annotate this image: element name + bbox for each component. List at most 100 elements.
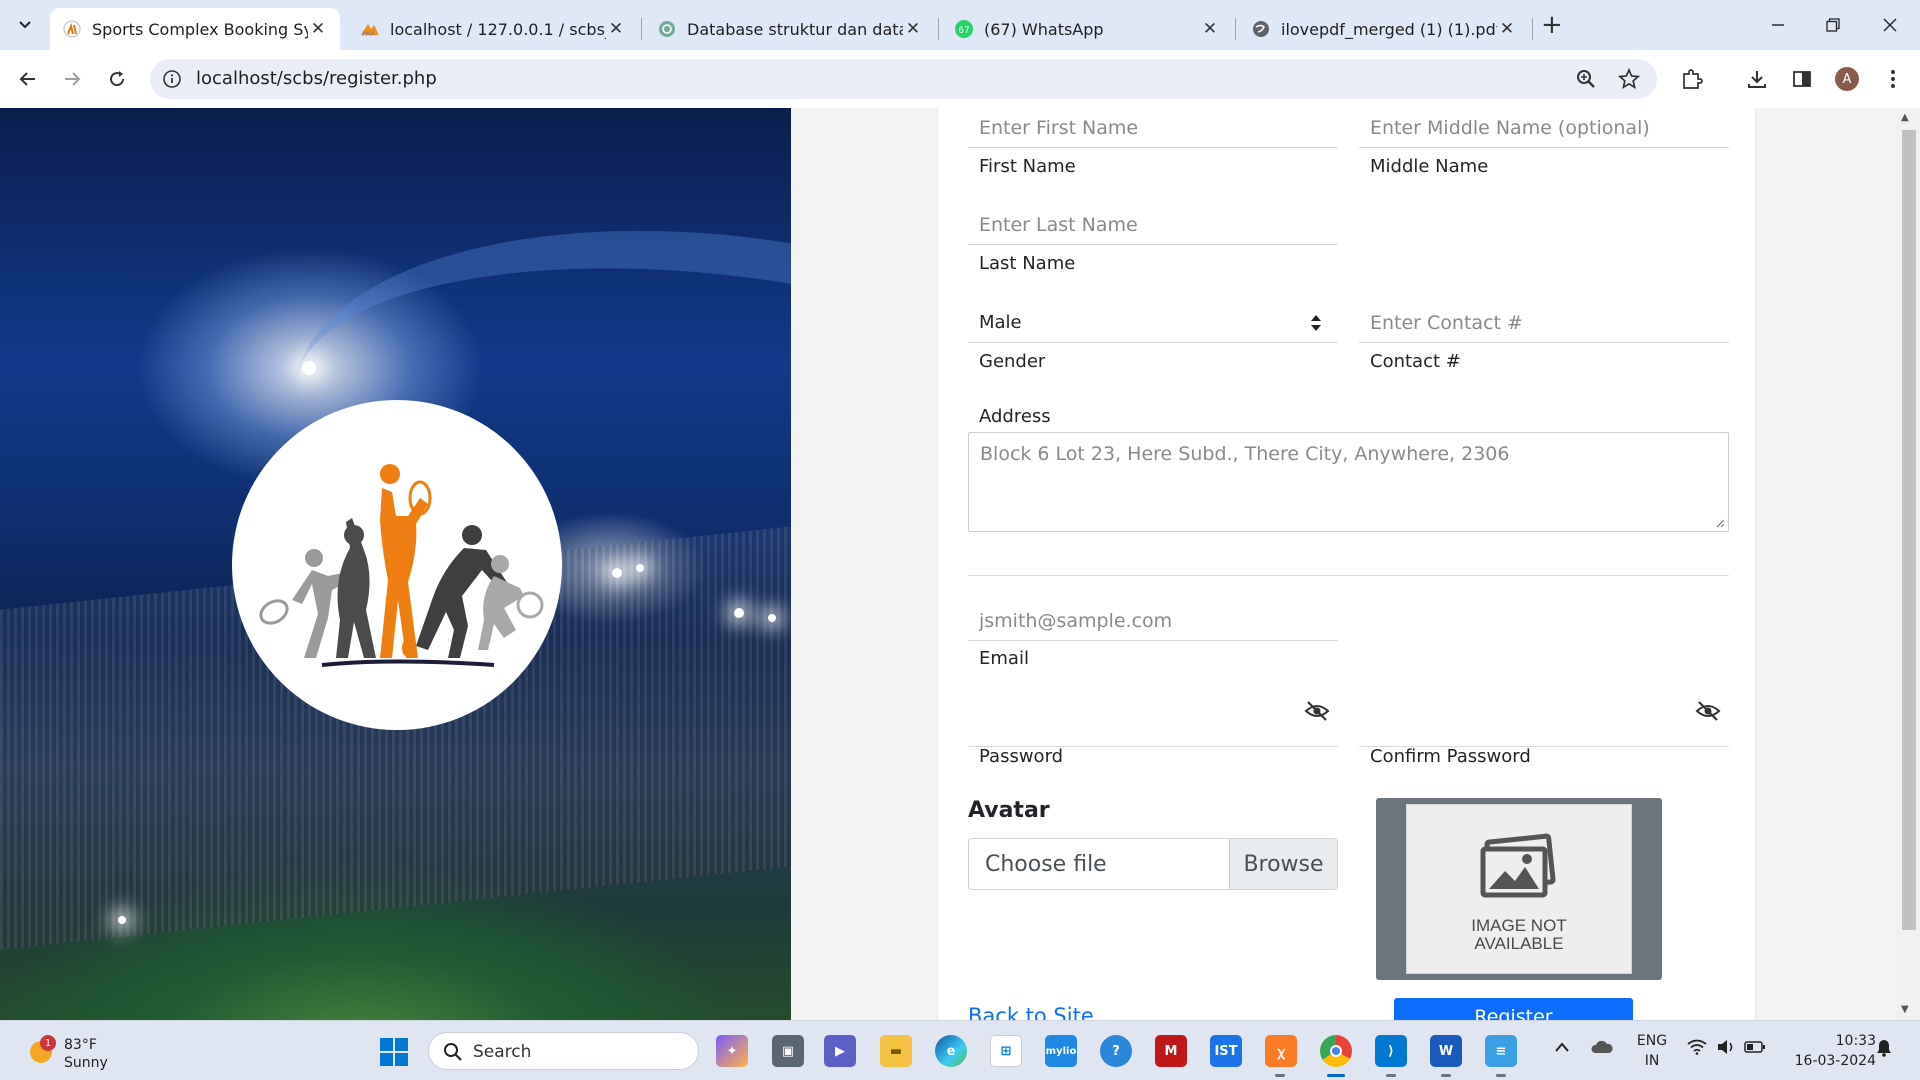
browser-tab-sports-complex[interactable]: Sports Complex Booking System ✕ [50,8,340,50]
zoom-icon[interactable] [1575,68,1597,94]
close-icon[interactable]: ✕ [903,19,923,39]
eye-slash-icon[interactable] [1695,700,1721,722]
last-name-field[interactable] [968,205,1338,245]
svg-text:PMA: PMA [362,31,376,37]
mylio-icon[interactable]: mylio [1045,1035,1077,1067]
side-panel-button[interactable] [1787,64,1817,94]
browser-tab-phpmyadmin[interactable]: PMA localhost / 127.0.0.1 / scbs_db / ✕ [348,8,638,50]
browser-toolbar: localhost/scbs/register.php A [0,50,1920,108]
language-indicator[interactable]: ENG IN [1634,1031,1670,1071]
eye-slash-icon[interactable] [1304,700,1330,722]
word-icon[interactable]: W [1430,1035,1462,1067]
first-name-input[interactable] [968,108,1338,147]
middle-name-input[interactable] [1359,108,1729,147]
scroll-thumb[interactable] [1902,130,1916,930]
browser-tab-whatsapp[interactable]: 67 (67) WhatsApp ✕ [942,8,1232,50]
taskbar-search[interactable]: Search [428,1032,699,1070]
close-icon[interactable]: ✕ [308,19,328,39]
password-label: Password [979,746,1064,767]
minimize-button[interactable] [1758,10,1798,40]
mcafee-icon[interactable]: M [1155,1035,1187,1067]
windows-start-icon[interactable] [379,1037,409,1067]
last-name-input[interactable] [968,205,1338,244]
resize-grip-icon[interactable] [1715,518,1725,528]
xampp-icon[interactable]: ꭓ [1265,1035,1297,1067]
confirm-password-field[interactable] [1359,687,1729,747]
downloads-button[interactable] [1742,64,1772,94]
bookmark-star-icon[interactable] [1617,67,1641,94]
address-textarea[interactable] [969,433,1728,531]
new-tab-button[interactable]: + [1541,12,1563,38]
battery-icon[interactable] [1744,1041,1766,1057]
floodlight [768,614,776,622]
first-name-label: First Name [979,156,1076,177]
tab-title: localhost / 127.0.0.1 / scbs_db / [390,19,606,39]
close-icon[interactable]: ✕ [1497,19,1517,39]
contact-input[interactable] [1359,303,1729,342]
extensions-button[interactable] [1677,64,1707,94]
weather-widget[interactable]: 1 83°F Sunny [26,1031,166,1071]
confirm-password-input[interactable] [1359,687,1729,746]
wifi-icon[interactable] [1687,1039,1707,1059]
copilot-pre-icon[interactable]: ✦ [716,1035,748,1067]
edge-icon[interactable]: e [935,1035,967,1067]
volume-icon[interactable] [1716,1039,1736,1059]
email-field[interactable] [968,601,1338,641]
browser-tab-database[interactable]: Database struktur dan data ✕ [645,8,935,50]
help-icon[interactable]: ? [1100,1035,1132,1067]
email-input[interactable] [968,601,1338,640]
close-icon[interactable]: ✕ [606,19,626,39]
phpmyadmin-icon: PMA [360,19,380,39]
preview-text-line1: IMAGE NOT [1471,916,1567,935]
download-icon [1748,71,1766,88]
address-bar[interactable]: localhost/scbs/register.php [150,59,1657,99]
reload-button[interactable] [102,64,132,94]
close-icon[interactable]: ✕ [1200,19,1220,39]
back-button[interactable] [13,64,43,94]
page-scrollbar[interactable]: ▲ ▼ [1896,108,1920,1020]
tray-overflow-icon[interactable] [1554,1041,1570,1057]
browser-menu-button[interactable] [1878,64,1908,94]
file-explorer-icon[interactable]: ▬ [880,1035,912,1067]
chevron-down-icon [19,21,31,29]
middle-name-field[interactable] [1359,108,1729,148]
arrow-right-icon [65,72,81,86]
first-name-field[interactable] [968,108,1338,148]
register-button[interactable]: Register [1394,998,1633,1020]
scroll-up-icon[interactable]: ▲ [1901,112,1909,123]
running-indicator [1275,1074,1285,1077]
ist-icon[interactable]: IST [1210,1035,1242,1067]
middle-name-label: Middle Name [1370,156,1489,177]
browse-button[interactable]: Browse [1229,839,1337,889]
system-clock[interactable]: 10:33 16-03-2024 [1786,1031,1876,1071]
onedrive-icon[interactable] [1590,1039,1614,1059]
task-view-icon[interactable]: ▣ [772,1035,804,1067]
contact-field[interactable] [1359,303,1729,343]
preview-text-line2: AVAILABLE [1474,934,1564,953]
tab-search-button[interactable] [8,10,42,40]
tab-title: (67) WhatsApp [984,19,1104,39]
contact-label: Contact # [1370,351,1461,372]
browser-tab-pdf[interactable]: ilovepdf_merged (1) (1).pdf ✕ [1239,8,1529,50]
forward-button[interactable] [57,64,87,94]
password-field[interactable] [968,687,1338,747]
store-icon[interactable]: ⊞ [990,1035,1022,1067]
windows-taskbar: 1 83°F Sunny Search ✦ ▣ ▶ ▬ e ⊞ mylio ? … [0,1020,1920,1080]
restore-button[interactable] [1813,10,1853,40]
vscode-icon[interactable]: ⟩ [1375,1035,1407,1067]
site-info-icon[interactable] [162,69,182,93]
scroll-down-icon[interactable]: ▼ [1901,1004,1909,1015]
gender-select[interactable]: Male [968,303,1338,343]
tab-title: Sports Complex Booking System [92,19,308,39]
notification-bell-icon[interactable] [1876,1039,1892,1061]
avatar-file-input[interactable]: Choose file Browse [968,838,1338,890]
window-close-button[interactable] [1870,10,1910,40]
password-input[interactable] [968,687,1338,746]
arrow-left-icon [19,72,35,86]
chrome-icon[interactable] [1320,1035,1352,1067]
meet-icon[interactable]: ▶ [824,1035,856,1067]
profile-avatar[interactable]: A [1835,67,1859,91]
address-field[interactable] [968,432,1729,532]
back-to-site-link[interactable]: Back to Site [968,1004,1094,1020]
notepad-icon[interactable]: ≡ [1485,1035,1517,1067]
